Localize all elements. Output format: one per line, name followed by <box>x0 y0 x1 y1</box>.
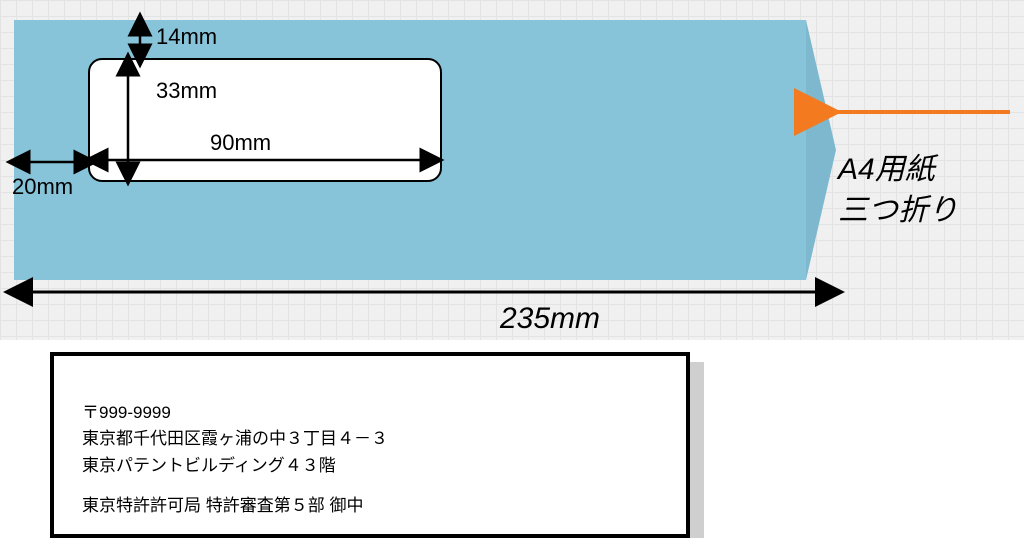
dim-top-margin: 14mm <box>156 24 217 50</box>
envelope-flap <box>806 20 836 280</box>
address-block: 〒999-9999 東京都千代田区霞ヶ浦の中３丁目４－３ 東京パテントビルディン… <box>82 400 388 519</box>
dim-total-width: 235mm <box>500 302 600 336</box>
insert-label-line2: 三つ折り <box>838 191 958 232</box>
insert-label-line1: A4用紙 <box>838 150 958 191</box>
diagram-stage: 14mm 33mm 90mm 20mm 235mm A4用紙 三つ折り 〒999… <box>0 0 1024 538</box>
address-line-2: 東京パテントビルディング４３階 <box>82 453 388 479</box>
envelope-window <box>88 58 442 182</box>
dim-window-width: 90mm <box>210 130 271 156</box>
dim-left-margin: 20mm <box>12 174 73 200</box>
postal-code: 〒999-9999 <box>82 400 388 426</box>
spacer <box>82 479 388 493</box>
address-document: 〒999-9999 東京都千代田区霞ヶ浦の中３丁目４－３ 東京パテントビルディン… <box>50 352 690 538</box>
address-line-1: 東京都千代田区霞ヶ浦の中３丁目４－３ <box>82 426 388 452</box>
insert-label: A4用紙 三つ折り <box>838 150 958 231</box>
dim-window-height: 33mm <box>156 78 217 104</box>
recipient: 東京特許許可局 特許審査第５部 御中 <box>82 493 388 519</box>
